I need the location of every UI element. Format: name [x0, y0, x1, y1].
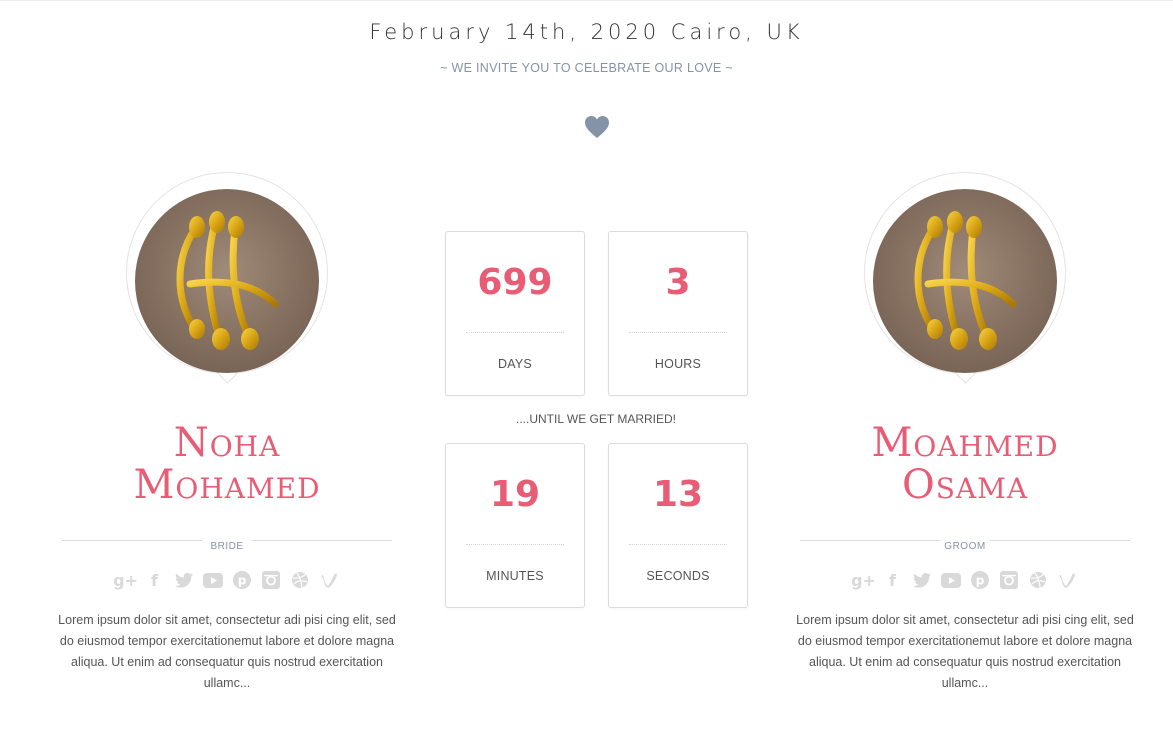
- youtube-icon[interactable]: [940, 570, 961, 590]
- heart-icon: [585, 116, 609, 138]
- twitter-icon[interactable]: [912, 570, 932, 590]
- minutes-label: MINUTES: [486, 569, 544, 583]
- groom-profile: Moahmed Osama GROOM g+ f p Lorem ipsum d…: [795, 172, 1135, 694]
- bride-last-name: Mohamed: [133, 462, 321, 508]
- vimeo-icon[interactable]: [1057, 570, 1077, 590]
- groom-avatar: [873, 189, 1057, 373]
- twitter-icon[interactable]: [174, 570, 194, 590]
- svg-text:p: p: [975, 574, 984, 588]
- pinterest-icon[interactable]: p: [232, 570, 252, 590]
- instagram-icon[interactable]: [999, 570, 1019, 590]
- groom-social-links: g+ f p: [795, 570, 1135, 590]
- groom-bio: Lorem ipsum dolor sit amet, consectetur …: [796, 613, 1134, 690]
- wedding-page: February 14th, 2020 Cairo, UK ~ WE INVIT…: [0, 0, 1173, 729]
- divider-left: [800, 540, 940, 541]
- google-plus-icon[interactable]: g+: [851, 570, 876, 590]
- groom-role-row: GROOM: [795, 534, 1135, 552]
- bride-bio: Lorem ipsum dolor sit amet, consectetur …: [58, 613, 396, 690]
- vimeo-icon[interactable]: [319, 570, 339, 590]
- groom-first-name: Moahmed: [871, 420, 1059, 466]
- countdown-days: 699 DAYS: [445, 231, 585, 396]
- seconds-label: SECONDS: [646, 569, 710, 583]
- bride-role-row: BRIDE: [57, 534, 397, 552]
- groom-last-name: Osama: [901, 462, 1029, 508]
- until-married-text: ....UNTIL WE GET MARRIED!: [515, 412, 676, 426]
- bride-avatar-frame: [126, 172, 328, 374]
- instagram-icon[interactable]: [261, 570, 281, 590]
- hours-separator: [629, 332, 727, 333]
- invite-subtitle: ~ WE INVITE YOU TO CELEBRATE OUR LOVE ~: [440, 61, 733, 75]
- hours-label: HOURS: [654, 357, 702, 371]
- countdown-minutes: 19 MINUTES: [445, 443, 585, 608]
- divider-right: [252, 540, 392, 541]
- days-label: DAYS: [498, 357, 532, 371]
- minutes-separator: [466, 544, 564, 545]
- seconds-separator: [629, 544, 727, 545]
- dribbble-icon[interactable]: [290, 570, 310, 590]
- divider-right: [990, 540, 1130, 541]
- days-value: 699: [477, 262, 553, 303]
- youtube-icon[interactable]: [202, 570, 223, 590]
- groom-name: Moahmed Osama: [795, 422, 1135, 506]
- hours-value: 3: [665, 262, 691, 303]
- groom-role: GROOM: [944, 541, 986, 552]
- dribbble-icon[interactable]: [1028, 570, 1048, 590]
- bride-first-name: Noha: [173, 420, 281, 466]
- countdown-seconds: 13 SECONDS: [608, 443, 748, 608]
- pinterest-icon[interactable]: p: [970, 570, 990, 590]
- bride-social-links: g+ f p: [57, 570, 397, 590]
- event-date-location: February 14th, 2020 Cairo, UK: [369, 20, 804, 44]
- svg-text:p: p: [237, 574, 246, 588]
- bride-avatar: [135, 189, 319, 373]
- divider-left: [62, 540, 202, 541]
- minutes-value: 19: [489, 474, 541, 515]
- facebook-icon[interactable]: f: [883, 570, 903, 590]
- days-separator: [466, 332, 564, 333]
- top-divider: [0, 0, 1173, 1]
- bride-role: BRIDE: [210, 541, 244, 552]
- countdown-hours: 3 HOURS: [608, 231, 748, 396]
- google-plus-icon[interactable]: g+: [113, 570, 138, 590]
- bride-name: Noha Mohamed: [57, 422, 397, 506]
- seconds-value: 13: [652, 474, 704, 515]
- facebook-icon[interactable]: f: [145, 570, 165, 590]
- bride-profile: Noha Mohamed BRIDE g+ f p Lorem ipsum do…: [57, 172, 397, 694]
- groom-avatar-frame: [864, 172, 1066, 374]
